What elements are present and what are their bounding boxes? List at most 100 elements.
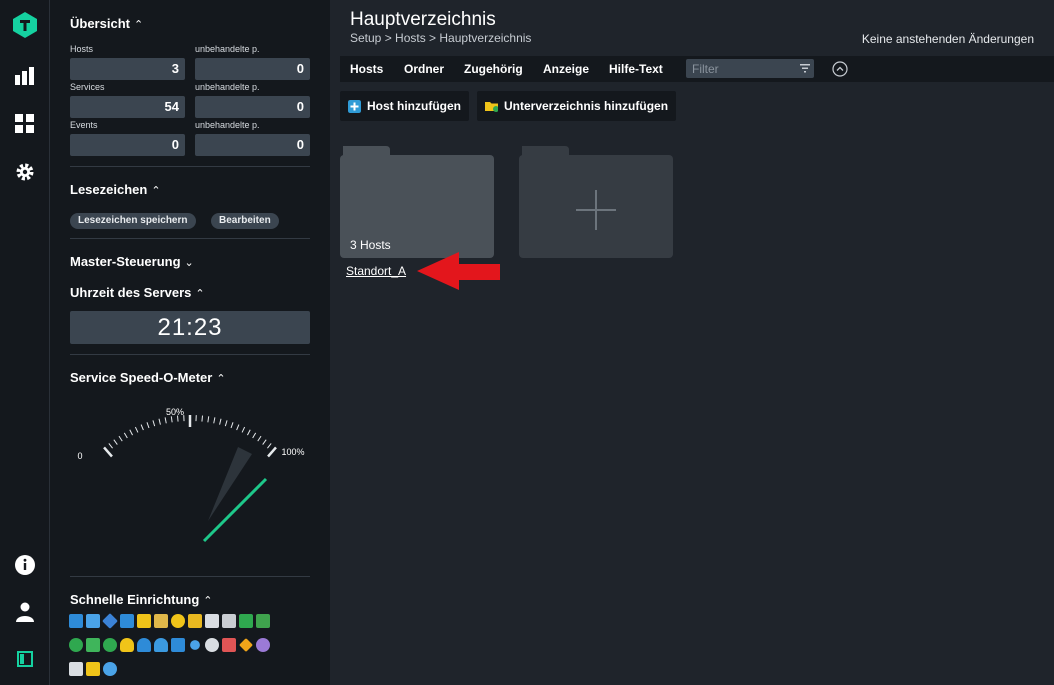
id-card-quick-icon[interactable]: [69, 662, 83, 676]
menu-related[interactable]: Zugehörig: [464, 62, 523, 76]
roles-quick-icon[interactable]: [171, 638, 185, 652]
copy-quick-icon[interactable]: [120, 614, 134, 628]
settings-gear-quick-icon[interactable]: [205, 638, 219, 652]
monitor-bar-chart-icon[interactable]: [10, 61, 40, 91]
hosts-unhandled-label: unbehandelte p.: [195, 44, 260, 54]
gauge-label-min: 0: [77, 451, 82, 461]
gauge-tick: [140, 424, 144, 431]
gauge-tick: [118, 435, 123, 442]
chevron-up-icon: ⌃: [203, 595, 213, 607]
menu-folder[interactable]: Ordner: [404, 62, 444, 76]
overview-header[interactable]: Übersicht ⌃: [70, 16, 143, 31]
add-subfolder-button[interactable]: Unterverzeichnis hinzufügen: [477, 91, 677, 121]
services-quick-icon[interactable]: [171, 614, 185, 628]
divider: [70, 238, 310, 239]
packages-quick-icon[interactable]: [188, 614, 202, 628]
breadcrumb[interactable]: Setup > Hosts > Hauptverzeichnis: [350, 31, 531, 45]
topology-quick-icon[interactable]: [103, 638, 117, 652]
speedometer-title: Service Speed-O-Meter: [70, 370, 213, 385]
add-host-label: Host hinzufügen: [367, 99, 461, 113]
services-label: Services: [70, 82, 105, 92]
server-clock: 21:23: [70, 311, 310, 344]
master-control-header[interactable]: Master-Steuerung ⌄: [70, 254, 194, 269]
menu-display[interactable]: Anzeige: [543, 62, 589, 76]
gauge-tick: [123, 432, 128, 439]
speedometer-header[interactable]: Service Speed-O-Meter ⌃: [70, 370, 226, 385]
hosts-quick-icon[interactable]: [69, 614, 83, 628]
chevron-up-icon: ⌃: [133, 19, 144, 31]
menu-hosts[interactable]: Hosts: [350, 62, 383, 76]
quick-setup-title: Schnelle Einrichtung: [70, 592, 200, 607]
document-quick-icon[interactable]: [205, 614, 219, 628]
user-icon[interactable]: [10, 597, 40, 627]
services-count[interactable]: 54: [70, 96, 185, 118]
filter-options-icon[interactable]: [800, 63, 810, 73]
gauge-tick: [201, 415, 204, 422]
overview-title: Übersicht: [70, 16, 130, 31]
menu-help[interactable]: Hilfe-Text: [609, 62, 663, 76]
events-unhandled-count[interactable]: 0: [195, 134, 310, 156]
sidebar-toggle-icon[interactable]: [10, 644, 40, 674]
notification-bell-quick-icon[interactable]: [120, 638, 134, 652]
rules-quick-icon[interactable]: [137, 614, 151, 628]
icon-rail: [0, 0, 50, 685]
gauge-tick: [219, 418, 222, 425]
add-subfolder-label: Unterverzeichnis hinzufügen: [504, 99, 669, 113]
speedometer-gauge: 0 50% 100%: [77, 407, 305, 543]
bi-quick-icon[interactable]: [86, 638, 100, 652]
gauge-tick: [164, 417, 167, 424]
contact-groups-quick-icon[interactable]: [154, 638, 168, 652]
divider: [70, 576, 310, 577]
add-host-button[interactable]: Host hinzufügen: [340, 91, 469, 121]
chevron-up-icon: ⌃: [216, 373, 226, 385]
briefcase-quick-icon[interactable]: [86, 662, 100, 676]
folder-tile-standort[interactable]: 3 Hosts: [340, 146, 494, 258]
chevron-up-icon: ⌃: [195, 288, 205, 300]
pending-changes[interactable]: Keine anstehenden Änderungen: [862, 32, 1034, 46]
bookmarks-title: Lesezeichen: [70, 182, 148, 197]
gauge-tick: [247, 429, 251, 436]
gauge-tick: [103, 446, 113, 458]
new-folder-tile[interactable]: [519, 146, 673, 258]
events-label: Events: [70, 120, 98, 130]
cloud-quick-icon[interactable]: [256, 614, 270, 628]
network-quick-icon[interactable]: [69, 638, 83, 652]
setup-gear-icon[interactable]: [10, 157, 40, 187]
filter-input[interactable]: [686, 59, 814, 78]
hosts-unhandled-count[interactable]: 0: [195, 58, 310, 80]
red-arrow-annotation-icon: [417, 252, 500, 290]
user-quick-icon[interactable]: [137, 638, 151, 652]
quick-setup-header[interactable]: Schnelle Einrichtung ⌃: [70, 592, 213, 607]
bug-quick-icon[interactable]: [256, 638, 270, 652]
gauge-tick: [152, 420, 156, 427]
tag-quick-icon[interactable]: [102, 613, 118, 629]
agent-quick-icon[interactable]: [154, 614, 168, 628]
folder-link-standort[interactable]: Standort_A: [346, 264, 406, 278]
edit-bookmarks-button[interactable]: Bearbeiten: [211, 213, 279, 229]
collapse-menu-icon[interactable]: [832, 61, 848, 77]
gauge-label-max: 100%: [281, 447, 304, 457]
bookmarks-header[interactable]: Lesezeichen ⌃: [70, 182, 161, 197]
events-count[interactable]: 0: [70, 134, 185, 156]
customize-grid-icon[interactable]: [10, 109, 40, 139]
hosts-count[interactable]: 3: [70, 58, 185, 80]
host-edit-quick-icon[interactable]: [86, 614, 100, 628]
calendar-quick-icon[interactable]: [222, 638, 236, 652]
key-quick-icon[interactable]: [239, 638, 253, 652]
help-info-icon[interactable]: [10, 550, 40, 580]
gauge-tick: [267, 443, 272, 449]
search-quick-icon[interactable]: [190, 640, 200, 650]
report-quick-icon[interactable]: [222, 614, 236, 628]
save-bookmark-button[interactable]: Lesezeichen speichern: [70, 213, 196, 229]
gauge-tick: [224, 420, 228, 427]
gauge-tick: [230, 422, 234, 429]
server-time-title: Uhrzeit des Servers: [70, 285, 192, 300]
server-time-header[interactable]: Uhrzeit des Servers ⌃: [70, 285, 205, 300]
checkmk-logo-icon[interactable]: [10, 10, 40, 40]
services-unhandled-count[interactable]: 0: [195, 96, 310, 118]
plugin-quick-icon[interactable]: [239, 614, 253, 628]
menu-bar: Hosts Ordner Zugehörig Anzeige Hilfe-Tex…: [340, 56, 1054, 82]
folder-host-count: 3 Hosts: [350, 238, 391, 252]
eye-quick-icon[interactable]: [103, 662, 117, 676]
gauge-tick: [170, 416, 173, 423]
